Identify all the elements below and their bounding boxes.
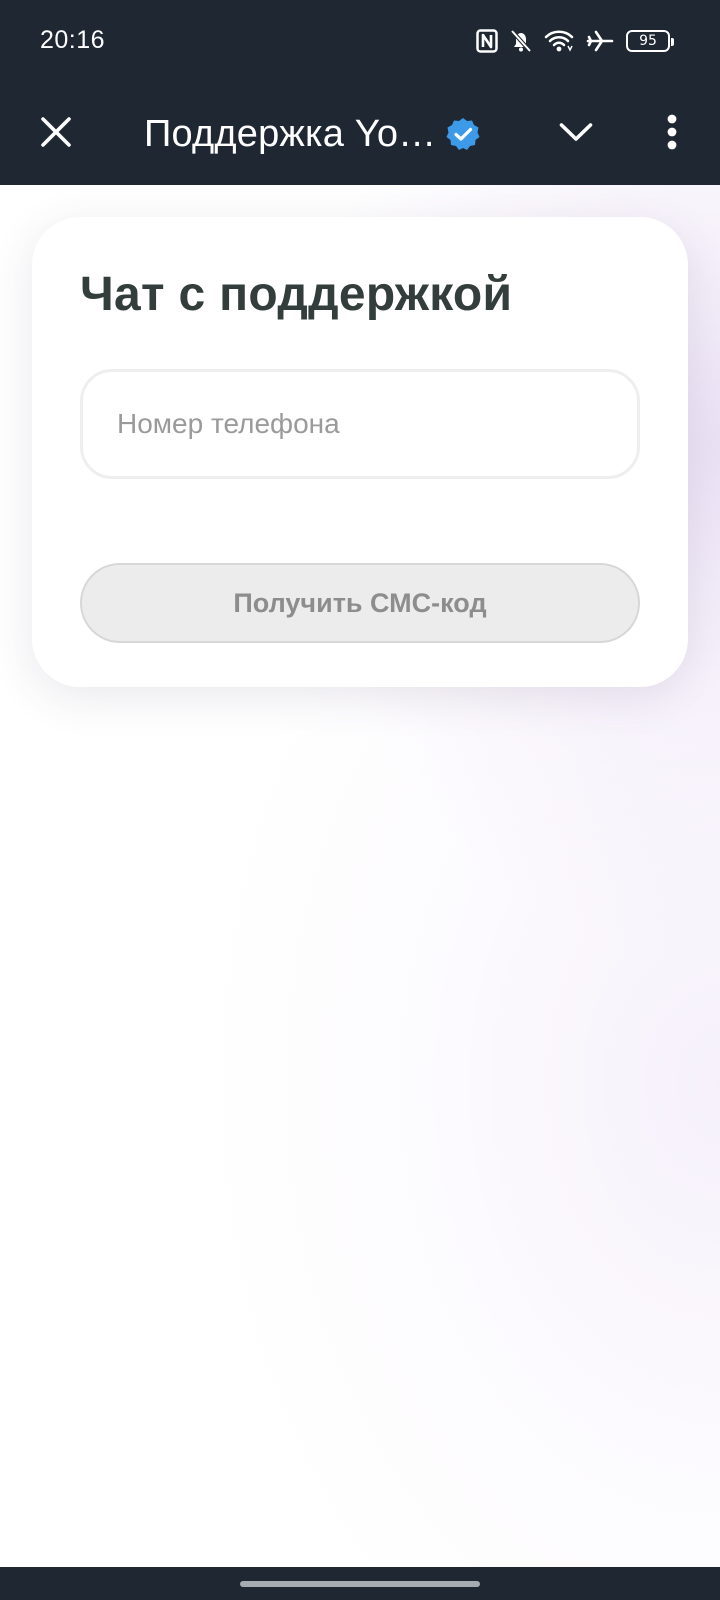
more-vert-icon: [666, 114, 678, 155]
bell-off-icon: [510, 29, 532, 53]
collapse-button[interactable]: [552, 110, 600, 158]
app-title: Поддержка Yo…: [144, 112, 437, 155]
card-title: Чат с поддержкой: [80, 268, 513, 321]
status-icons: 95: [476, 26, 674, 56]
nfc-icon: [476, 29, 498, 53]
home-indicator[interactable]: [240, 1581, 480, 1587]
battery-level: 95: [639, 33, 657, 49]
battery-icon: 95: [626, 30, 674, 52]
app-bar: Поддержка Yo…: [0, 84, 720, 185]
more-options-button[interactable]: [648, 108, 696, 160]
verified-badge-icon: [446, 117, 480, 151]
chevron-down-icon: [559, 121, 593, 148]
login-card: Чат с поддержкой Получить СМС-код: [32, 217, 688, 687]
phone-input[interactable]: [117, 408, 603, 440]
page-content: Чат с поддержкой Получить СМС-код: [0, 185, 720, 1567]
app-title-group: Поддержка Yo…: [144, 106, 480, 162]
phone-field[interactable]: [80, 369, 640, 479]
get-sms-code-button[interactable]: Получить СМС-код: [80, 563, 640, 643]
status-time: 20:16: [40, 26, 106, 54]
status-bar: 20:16 95: [0, 0, 720, 84]
close-icon: [41, 116, 71, 152]
wifi-icon: [544, 29, 574, 53]
airplane-icon: [586, 29, 614, 53]
close-button[interactable]: [32, 110, 80, 158]
navigation-bar: [0, 1567, 720, 1600]
